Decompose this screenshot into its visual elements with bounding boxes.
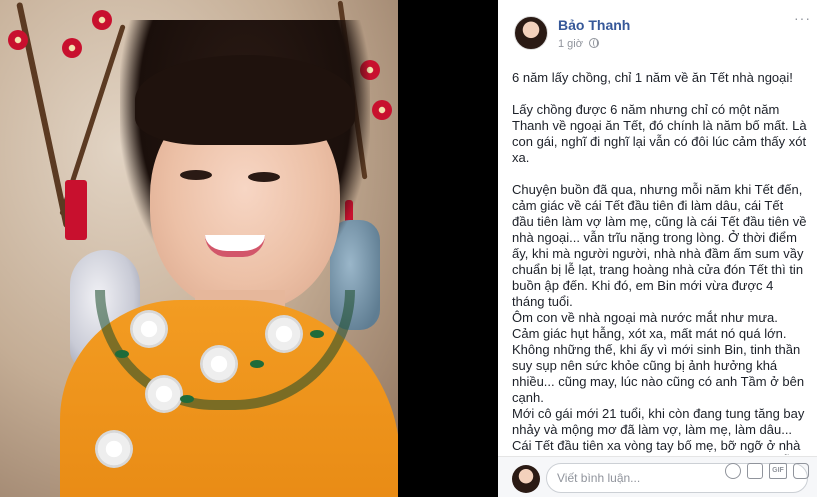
caption-paragraph: Lấy chồng được 6 năm nhưng chỉ có một nă…	[512, 102, 807, 165]
embroidered-flower	[200, 345, 238, 383]
eye	[248, 172, 280, 182]
embroidered-leaf	[250, 360, 264, 368]
embroidered-flower	[130, 310, 168, 348]
camera-icon[interactable]	[747, 463, 763, 479]
post-photo[interactable]	[0, 0, 398, 497]
red-lantern	[65, 180, 87, 240]
caption-paragraph: Cái Tết đầu tiên xa vòng tay bố mẹ, bỡ n…	[512, 438, 805, 455]
viewer-avatar	[512, 465, 540, 493]
post-time-text: 1 giờ	[558, 38, 583, 50]
caption-paragraph: Mới cô gái mới 21 tuổi, khi còn đang tun…	[512, 406, 805, 437]
post-timestamp[interactable]: 1 giờ	[558, 38, 600, 50]
blossom	[8, 30, 28, 50]
globe-icon	[589, 38, 600, 48]
gif-icon[interactable]: GIF	[769, 463, 787, 479]
blossom	[372, 100, 392, 120]
emoji-icon[interactable]	[725, 463, 741, 479]
comment-tools: GIF	[725, 463, 809, 479]
embroidered-leaf	[180, 395, 194, 403]
embroidered-flower	[265, 315, 303, 353]
comment-bar: Viết bình luận... GIF	[498, 456, 817, 497]
embroidered-leaf	[310, 330, 324, 338]
post-caption: 6 năm lấy chồng, chỉ 1 năm về ăn Tết nhà…	[512, 70, 808, 455]
more-icon[interactable]: ···	[794, 10, 811, 26]
embroidered-flower	[145, 375, 183, 413]
photo-viewer: Bảo Thanh 1 giờ ··· 6 năm lấy chồng, chỉ…	[0, 0, 817, 497]
author-avatar[interactable]	[514, 16, 548, 50]
sticker-icon[interactable]	[793, 463, 809, 479]
eye	[180, 170, 212, 180]
author-name[interactable]: Bảo Thanh	[558, 17, 630, 33]
blossom	[62, 38, 82, 58]
post-side-panel: Bảo Thanh 1 giờ ··· 6 năm lấy chồng, chỉ…	[498, 0, 817, 497]
caption-paragraph: Ôm con về nhà ngoại mà nước mắt như mưa.…	[512, 310, 805, 405]
caption-paragraph: Chuyện buồn đã qua, nhưng mỗi năm khi Tế…	[512, 182, 807, 309]
embroidered-flower	[95, 430, 133, 468]
post-header: Bảo Thanh 1 giờ ···	[498, 0, 817, 60]
bangs	[135, 55, 355, 145]
blossom	[92, 10, 112, 30]
caption-title: 6 năm lấy chồng, chỉ 1 năm về ăn Tết nhà…	[512, 70, 793, 85]
embroidered-leaf	[115, 350, 129, 358]
